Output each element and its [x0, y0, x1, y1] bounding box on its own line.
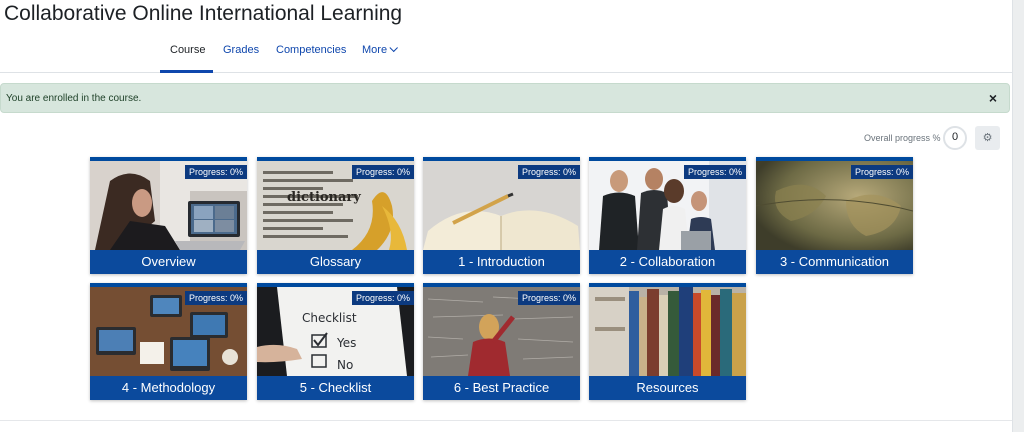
enrolment-alert: You are enrolled in the course. ×: [0, 83, 1010, 113]
svg-text:No: No: [337, 358, 353, 372]
tile-methodology[interactable]: Progress: 0% 4 - Methodology: [90, 283, 247, 400]
course-secondary-nav: Course Grades Competencies More: [0, 30, 1012, 73]
tile-progress-badge: Progress: 0%: [184, 165, 247, 179]
tile-title: Glossary: [257, 250, 414, 274]
overall-progress-label: Overall progress %: [864, 133, 941, 143]
tile-progress-badge: Progress: 0%: [683, 165, 746, 179]
tab-competencies[interactable]: Competencies: [276, 44, 346, 56]
tile-progress-badge: Progress: 0%: [517, 291, 580, 305]
tile-best-practice[interactable]: Progress: 0% 6 - Best Practice: [423, 283, 580, 400]
active-tab-indicator: [160, 70, 213, 73]
tile-progress-badge: Progress: 0%: [850, 165, 913, 179]
tab-more-label: More: [362, 44, 388, 56]
tile-title: 4 - Methodology: [90, 376, 247, 400]
close-icon[interactable]: ×: [989, 90, 997, 106]
svg-text:Checklist: Checklist: [302, 311, 357, 325]
tab-grades[interactable]: Grades: [223, 44, 259, 56]
tile-collaboration[interactable]: Progress: 0% 2 - Collaboration: [589, 157, 746, 274]
tile-progress-badge: Progress: 0%: [351, 165, 414, 179]
tile-image-resources: [589, 287, 746, 376]
tile-communication[interactable]: Progress: 0% 3 - Communication: [756, 157, 913, 274]
tab-more[interactable]: More: [362, 43, 399, 56]
tile-title: 6 - Best Practice: [423, 376, 580, 400]
progress-settings-button[interactable]: ⚙: [975, 126, 1000, 150]
tile-resources[interactable]: Resources: [589, 283, 746, 400]
tile-progress-badge: Progress: 0%: [184, 291, 247, 305]
tile-title: 3 - Communication: [756, 250, 913, 274]
tab-course[interactable]: Course: [170, 44, 205, 56]
svg-text:dictionary: dictionary: [287, 190, 361, 205]
tile-checklist[interactable]: Checklist Yes No Progress: 0% 5 - Checkl…: [257, 283, 414, 400]
tile-title: Resources: [589, 376, 746, 400]
page-title: Collaborative Online International Learn…: [4, 2, 403, 25]
tile-progress-badge: Progress: 0%: [517, 165, 580, 179]
page-scrollbar[interactable]: [1012, 0, 1024, 432]
tile-title: 1 - Introduction: [423, 250, 580, 274]
tile-introduction[interactable]: Progress: 0% 1 - Introduction: [423, 157, 580, 274]
tile-title: 2 - Collaboration: [589, 250, 746, 274]
svg-text:Yes: Yes: [336, 336, 356, 350]
gear-icon: ⚙: [982, 132, 993, 144]
tile-overview[interactable]: Progress: 0% Overview: [90, 157, 247, 274]
alert-message: You are enrolled in the course.: [6, 93, 142, 104]
tile-progress-badge: Progress: 0%: [351, 291, 414, 305]
tile-glossary[interactable]: dictionary Progress: 0% Glossary: [257, 157, 414, 274]
tile-title: 5 - Checklist: [257, 376, 414, 400]
section-divider: [0, 420, 1012, 421]
tile-title: Overview: [90, 250, 247, 274]
chevron-down-icon: [389, 43, 399, 53]
overall-progress-ring: 0: [943, 126, 967, 150]
